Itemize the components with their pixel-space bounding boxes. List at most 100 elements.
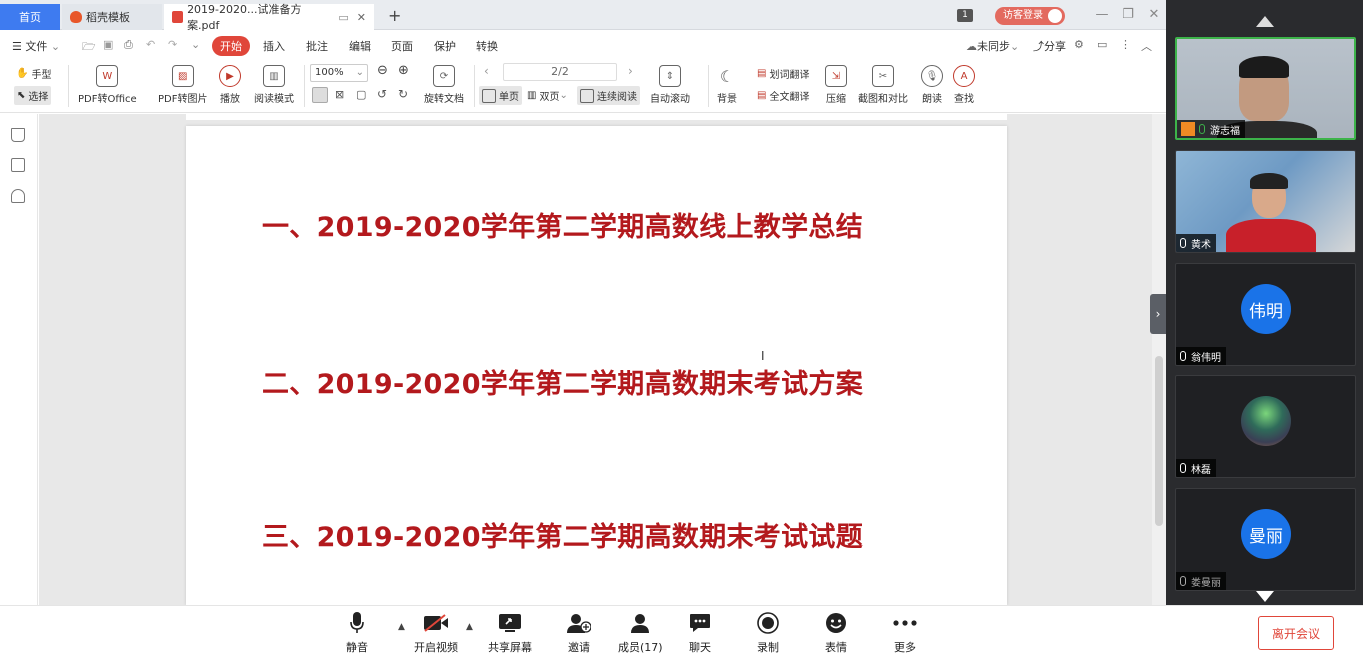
participant-tile[interactable]: 曼丽 娄曼丽 <box>1175 488 1356 591</box>
actual-size-icon[interactable]: ▢ <box>356 88 366 101</box>
bookmark-icon[interactable] <box>11 128 25 142</box>
page-input[interactable]: 2/2 <box>503 63 617 81</box>
compress-button[interactable]: ⇲ 压缩 <box>825 65 847 105</box>
next-page-icon[interactable]: › <box>628 64 633 78</box>
mute-button[interactable]: 静音 <box>346 612 368 655</box>
signature-icon[interactable] <box>11 189 25 203</box>
zoom-in-icon[interactable]: ⊕ <box>398 63 409 78</box>
collapse-ribbon-icon[interactable]: ︿ <box>1141 38 1152 54</box>
tab-pin-icon[interactable]: ▭ <box>338 11 348 24</box>
participant-tile[interactable]: 林磊 <box>1175 375 1356 478</box>
share-screen-button[interactable]: 共享屏幕 <box>488 612 532 655</box>
members-icon <box>630 612 650 634</box>
participant-namebar: 娄曼丽 <box>1176 572 1226 590</box>
reactions-button[interactable]: 表情 <box>825 612 847 655</box>
fit-page-icon[interactable] <box>312 87 328 103</box>
menu-convert[interactable]: 转换 <box>476 38 498 54</box>
guest-login-button[interactable]: 访客登录 <box>995 7 1065 25</box>
menu-file[interactable]: ☰ 文件 ⌄ <box>12 38 60 54</box>
participant-tile[interactable]: 黄术 <box>1175 150 1356 253</box>
full-translate-button[interactable]: ▤ 全文翻译 <box>757 88 809 103</box>
video-options-icon[interactable]: ▲ <box>466 622 473 632</box>
leave-meeting-button[interactable]: 离开会议 <box>1258 616 1334 650</box>
menu-page-label: 页面 <box>391 40 413 53</box>
background-button[interactable]: ☾ 背景 <box>716 65 738 106</box>
comment-icon[interactable]: ▭ <box>1097 38 1107 51</box>
menu-start[interactable]: 开始 <box>212 36 250 56</box>
hand-tool[interactable]: ✋ 手型 <box>16 66 51 81</box>
continuous-read-button[interactable]: 连续阅读 <box>577 86 640 105</box>
sync-status[interactable]: ☁未同步⌄ <box>966 38 1019 54</box>
more-button[interactable]: 更多 <box>893 612 917 655</box>
tab-template[interactable]: 稻壳模板 <box>62 4 162 30</box>
share-button[interactable]: ⤴分享 <box>1033 38 1066 54</box>
thumbnail-icon[interactable] <box>11 158 25 172</box>
auto-scroll-button[interactable]: ⇕ 自动滚动 <box>650 65 690 105</box>
mic-options-icon[interactable]: ▲ <box>398 622 405 632</box>
zoom-out-icon[interactable]: ⊖ <box>377 63 388 78</box>
tab-home[interactable]: 首页 <box>0 4 60 30</box>
redo-icon[interactable]: ↷ <box>168 38 177 51</box>
invite-button[interactable]: 邀请 <box>567 612 591 655</box>
select-tool[interactable]: ⬉ 选择 <box>14 86 52 105</box>
scroll-down-icon[interactable] <box>1256 591 1274 602</box>
double-page-button[interactable]: ▥ 双页 ⌄ <box>527 86 568 105</box>
menu-protect[interactable]: 保护 <box>434 38 456 54</box>
play-button[interactable]: ▶ 播放 <box>219 65 241 105</box>
tab-pdf[interactable]: 2019-2020...试准备方案.pdf ▭ ✕ <box>164 3 374 32</box>
tab-close-icon[interactable]: ✕ <box>357 11 366 24</box>
play-label: 播放 <box>220 94 240 105</box>
members-button[interactable]: 成员(17) <box>618 612 663 655</box>
panel-toggle-handle[interactable]: › <box>1150 294 1166 334</box>
open-folder-icon[interactable]: 🗁 <box>82 38 96 57</box>
save-icon[interactable]: ▣ <box>103 38 113 51</box>
hand-label: 手型 <box>31 70 52 81</box>
start-video-button[interactable]: 开启视频 <box>414 612 458 655</box>
scroll-up-icon[interactable] <box>1256 16 1274 27</box>
scrollbar-thumb[interactable] <box>1155 356 1163 526</box>
screenshot-compare-button[interactable]: ✂ 截图和对比 <box>858 65 908 105</box>
settings-icon[interactable]: ⚙ <box>1074 38 1084 51</box>
record-button[interactable]: 录制 <box>757 612 779 655</box>
single-page-button[interactable]: 单页 <box>479 86 522 105</box>
compress-label: 压缩 <box>826 94 846 105</box>
print-icon[interactable]: ⎙ <box>124 38 133 52</box>
find-button[interactable]: A 查找 <box>953 65 975 105</box>
rotate-document-button[interactable]: ⟳ 旋转文档 <box>424 65 464 105</box>
restore-icon[interactable]: ❐ <box>1118 6 1138 24</box>
rotate-right-icon[interactable]: ↻ <box>398 87 408 101</box>
avatar: 曼丽 <box>1241 509 1291 559</box>
menu-edit[interactable]: 编辑 <box>349 38 371 54</box>
chat-button[interactable]: 聊天 <box>689 612 711 655</box>
participant-namebar: 游志福 <box>1177 120 1245 138</box>
prev-page-icon[interactable]: ‹ <box>484 64 489 78</box>
read-mode-button[interactable]: ▥ 阅读模式 <box>254 65 294 105</box>
quick-menu-icon[interactable]: ⌄ <box>191 38 200 51</box>
rotate-left-icon[interactable]: ↺ <box>377 87 387 101</box>
more-icon[interactable]: ⋮ <box>1120 38 1131 51</box>
close-window-icon[interactable]: ✕ <box>1144 6 1164 24</box>
window-count-badge[interactable]: 1 <box>957 9 973 22</box>
minimize-icon[interactable]: — <box>1092 6 1112 24</box>
more-dots-icon <box>893 612 917 634</box>
read-aloud-button[interactable]: 🎙 朗读 <box>921 65 943 105</box>
meeting-toolbar: 静音 ▲ 开启视频 ▲ 共享屏幕 邀请 成员(17) 聊天 录制 表情 更多 离… <box>0 605 1363 657</box>
participant-tile[interactable]: 游志福 <box>1175 37 1356 140</box>
find-icon: A <box>953 65 975 87</box>
menu-page[interactable]: 页面 <box>391 38 413 54</box>
pdf-to-office-button[interactable]: W PDF转Office <box>78 65 137 105</box>
pdf-to-office-icon: W <box>96 65 119 87</box>
pdf-to-image-button[interactable]: ▨ PDF转图片 <box>158 65 207 105</box>
word-translate-button[interactable]: ▤ 划词翻译 <box>757 66 809 81</box>
chevron-down-icon: ⌄ <box>50 40 61 53</box>
book-icon: ▥ <box>263 65 285 87</box>
menu-insert[interactable]: 插入 <box>263 38 285 54</box>
participant-tile[interactable]: 伟明 翁伟明 <box>1175 263 1356 366</box>
menu-annotate[interactable]: 批注 <box>306 38 328 54</box>
microphone-icon <box>350 612 364 634</box>
new-tab-icon[interactable]: + <box>388 6 401 25</box>
fit-width-icon[interactable]: ⊠ <box>335 88 344 101</box>
zoom-select[interactable]: 100% ⌄ <box>310 64 368 82</box>
undo-icon[interactable]: ↶ <box>146 38 155 51</box>
menu-file-label: 文件 <box>25 40 48 53</box>
